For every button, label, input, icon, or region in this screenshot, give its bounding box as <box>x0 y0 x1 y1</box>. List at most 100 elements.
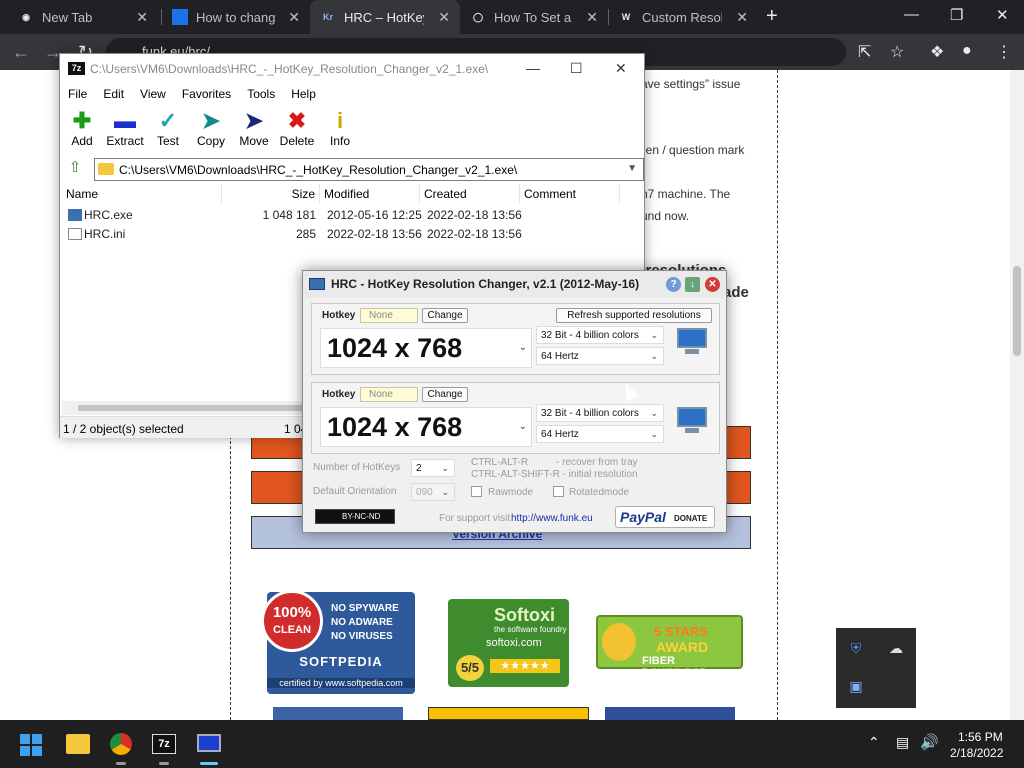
change-hotkey-button[interactable]: Change <box>422 308 468 323</box>
hrc-titlebar: HRC - HotKey Resolution Changer, v2.1 (2… <box>303 271 726 298</box>
fiber-download-badge[interactable]: 5 STARS AWARD FIBER DOWNLOAD <box>596 615 743 679</box>
menu-icon[interactable]: ⋮ <box>996 42 1012 62</box>
page-scrollbar[interactable] <box>1010 70 1024 720</box>
column-name[interactable]: Name <box>62 184 222 204</box>
hrc-tray-icon[interactable]: ▣ <box>846 676 866 696</box>
minimize-to-tray-icon[interactable]: ↓ <box>685 277 700 292</box>
volume-icon[interactable]: 🔊 <box>920 733 939 751</box>
support-link[interactable]: http://www.funk.eu <box>511 513 593 524</box>
refresh-rate-select[interactable]: 64 Hertz ⌄ <box>536 347 664 365</box>
rotatedmode-checkbox[interactable] <box>553 486 564 497</box>
close-tab-icon[interactable]: ✕ <box>736 9 748 26</box>
rawmode-checkbox[interactable] <box>471 486 482 497</box>
resolution-select[interactable]: 1024 x 768 ⌄ <box>320 407 532 447</box>
move-button[interactable]: ➤ Move <box>230 108 278 148</box>
resolution-select[interactable]: 1024 x 768 ⌄ <box>320 328 532 368</box>
close-tab-icon[interactable]: ✕ <box>438 9 450 26</box>
tab-how-to-change[interactable]: How to change ✕ <box>162 0 310 34</box>
tab-custom-resolution[interactable]: W Custom Resolutio ✕ <box>608 0 758 34</box>
minimize-icon[interactable]: — <box>526 60 540 76</box>
column-modified[interactable]: Modified <box>320 184 420 204</box>
softpedia-badge[interactable]: 100% CLEAN NO SPYWARE NO ADWARE NO VIRUSE… <box>261 590 415 694</box>
tab-new-tab[interactable]: ◉ New Tab ✕ <box>8 0 158 34</box>
close-tab-icon[interactable]: ✕ <box>288 9 300 26</box>
back-icon[interactable]: ← <box>12 42 30 63</box>
scrollbar-thumb[interactable] <box>1013 266 1021 356</box>
help-icon[interactable]: ? <box>666 277 681 292</box>
color-depth-select[interactable]: 32 Bit - 4 billion colors ⌄ <box>536 404 664 422</box>
hotkey-field[interactable]: None <box>360 308 418 323</box>
chevron-up-icon[interactable]: ⌃ <box>868 734 880 751</box>
close-icon[interactable]: ✕ <box>996 6 1009 24</box>
apply-resolution-monitor-icon[interactable] <box>676 328 708 356</box>
hrc-taskbar-icon[interactable] <box>197 734 221 752</box>
hotkey-panel-2: Hotkey None Change 1024 x 768 ⌄ 32 Bit -… <box>311 382 720 454</box>
extract-button[interactable]: ▬ Extract <box>101 108 149 148</box>
menu-view[interactable]: View <box>132 84 174 106</box>
hotkey-field[interactable]: None <box>360 387 418 402</box>
menu-favorites[interactable]: Favorites <box>174 84 239 106</box>
folder-icon <box>98 163 114 175</box>
orientation-select[interactable]: 090 ⌄ <box>411 483 455 501</box>
wordpress-icon: W <box>621 12 631 22</box>
path-combobox[interactable]: C:\Users\VM6\Downloads\HRC_-_HotKey_Reso… <box>94 158 644 181</box>
profile-icon[interactable]: ● <box>962 42 972 60</box>
column-comment[interactable]: Comment <box>520 184 620 204</box>
test-button[interactable]: ✓ Test <box>144 108 192 148</box>
refresh-resolutions-button[interactable]: Refresh supported resolutions <box>556 308 712 323</box>
hotkey-panel-1: Hotkey None Change Refresh supported res… <box>311 303 720 375</box>
sevenzip-taskbar-icon[interactable]: 7z <box>152 734 176 754</box>
minimize-icon[interactable]: — <box>904 6 919 23</box>
browser-tab-strip: ◉ New Tab ✕ How to change ✕ Kr HRC – Hot… <box>0 0 1024 34</box>
sevenzip-path-bar: ⇧ C:\Users\VM6\Downloads\HRC_-_HotKey_Re… <box>62 157 644 181</box>
paypal-donate-button[interactable]: PayPal DONATE <box>615 506 715 528</box>
badge-partial <box>273 707 403 720</box>
add-button[interactable]: ✚ Add <box>58 108 106 148</box>
menu-file[interactable]: File <box>60 84 95 106</box>
info-button[interactable]: i Info <box>316 108 364 148</box>
close-icon[interactable]: ✕ <box>615 60 627 77</box>
copy-button[interactable]: ➤ Copy <box>187 108 235 148</box>
tab-hrc[interactable]: Kr HRC – HotKey R ✕ <box>310 0 460 34</box>
delete-button[interactable]: ✖ Delete <box>273 108 321 148</box>
clock-date[interactable]: 2/18/2022 <box>950 746 1003 760</box>
menu-edit[interactable]: Edit <box>95 84 132 106</box>
bookmark-star-icon[interactable]: ☆ <box>890 42 904 62</box>
menu-tools[interactable]: Tools <box>239 84 283 106</box>
creative-commons-license-badge[interactable]: BY-NC-ND <box>315 509 395 524</box>
start-icon[interactable] <box>20 734 42 756</box>
file-explorer-icon[interactable] <box>66 734 90 754</box>
extensions-icon[interactable]: ❖ <box>930 42 944 62</box>
chevron-down-icon[interactable]: ▼ <box>627 163 637 174</box>
change-hotkey-button[interactable]: Change <box>422 387 468 402</box>
close-icon[interactable]: ✕ <box>705 277 720 292</box>
apply-resolution-monitor-icon[interactable] <box>676 407 708 435</box>
color-depth-select[interactable]: 32 Bit - 4 billion colors ⌄ <box>536 326 664 344</box>
up-folder-icon[interactable]: ⇧ <box>64 158 86 180</box>
maximize-icon[interactable]: ❐ <box>950 6 963 24</box>
share-icon[interactable]: ⇱ <box>858 42 871 62</box>
close-tab-icon[interactable]: ✕ <box>586 9 598 26</box>
tab-how-to-set[interactable]: ◯ How To Set a Cu ✕ <box>460 0 608 34</box>
close-tab-icon[interactable]: ✕ <box>136 9 148 26</box>
table-row[interactable]: HRC.ini 285 2022-02-18 13:56 2022-02-18 … <box>62 225 644 244</box>
maximize-icon[interactable]: ☐ <box>570 60 583 77</box>
network-icon[interactable]: ▤ <box>896 734 909 751</box>
scrollbar-thumb[interactable] <box>78 405 304 411</box>
running-indicator <box>159 762 169 765</box>
chrome-taskbar-icon[interactable] <box>110 733 132 755</box>
column-created[interactable]: Created <box>420 184 520 204</box>
defender-icon[interactable]: ⛨ <box>846 638 866 658</box>
onedrive-icon[interactable]: ☁ <box>886 638 906 658</box>
running-indicator <box>116 762 126 765</box>
refresh-rate-select[interactable]: 64 Hertz ⌄ <box>536 425 664 443</box>
ini-file-icon <box>68 228 82 240</box>
clock-time[interactable]: 1:56 PM <box>958 730 1003 744</box>
medal-icon <box>602 623 636 661</box>
num-hotkeys-select[interactable]: 2 ⌄ <box>411 459 455 477</box>
menu-help[interactable]: Help <box>283 84 324 106</box>
table-row[interactable]: HRC.exe 1 048 181 2012-05-16 12:25 2022-… <box>62 206 644 225</box>
new-tab-button[interactable]: + <box>766 5 778 28</box>
column-size[interactable]: Size <box>222 184 320 204</box>
softoxi-badge[interactable]: Softoxi the software foundry softoxi.com… <box>448 599 569 687</box>
